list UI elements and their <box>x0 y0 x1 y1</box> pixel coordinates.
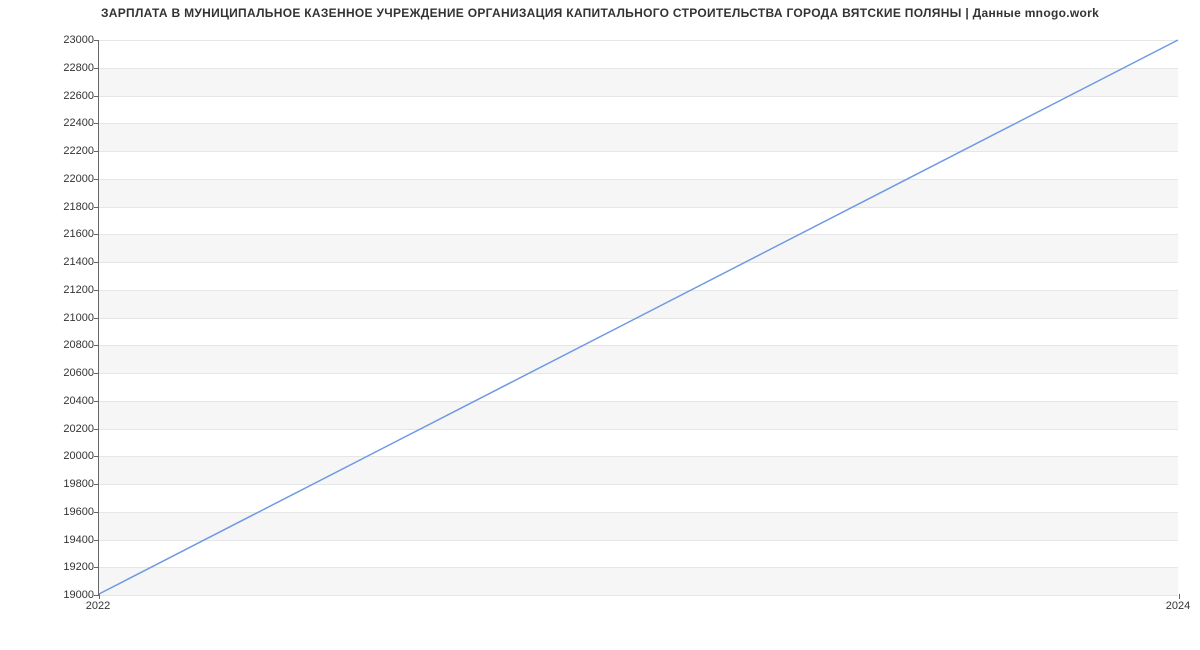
x-tick-mark <box>99 594 100 599</box>
y-tick-label: 20800 <box>4 339 94 351</box>
y-tick-label: 20400 <box>4 395 94 407</box>
y-tick-label: 19000 <box>4 589 94 601</box>
y-tick-label: 22600 <box>4 90 94 102</box>
y-tick-label: 19800 <box>4 478 94 490</box>
plot-area <box>98 40 1178 595</box>
x-tick-mark <box>1179 594 1180 599</box>
y-tick-label: 19200 <box>4 561 94 573</box>
y-tick-label: 21200 <box>4 284 94 296</box>
chart-title: ЗАРПЛАТА В МУНИЦИПАЛЬНОЕ КАЗЕННОЕ УЧРЕЖД… <box>0 6 1200 20</box>
x-tick-label: 2024 <box>1166 600 1190 612</box>
y-tick-label: 19600 <box>4 506 94 518</box>
y-tick-label: 23000 <box>4 34 94 46</box>
y-tick-label: 20200 <box>4 423 94 435</box>
y-tick-label: 20600 <box>4 367 94 379</box>
chart-container: ЗАРПЛАТА В МУНИЦИПАЛЬНОЕ КАЗЕННОЕ УЧРЕЖД… <box>0 0 1200 650</box>
y-tick-label: 22200 <box>4 145 94 157</box>
y-tick-label: 22400 <box>4 117 94 129</box>
y-tick-label: 21800 <box>4 201 94 213</box>
y-tick-label: 21000 <box>4 312 94 324</box>
y-tick-label: 22000 <box>4 173 94 185</box>
gridline <box>99 595 1178 596</box>
y-tick-label: 21600 <box>4 228 94 240</box>
y-tick-label: 20000 <box>4 450 94 462</box>
line-series <box>99 40 1178 594</box>
y-tick-label: 19400 <box>4 534 94 546</box>
y-tick-label: 22800 <box>4 62 94 74</box>
x-tick-label: 2022 <box>86 600 110 612</box>
y-tick-label: 21400 <box>4 256 94 268</box>
